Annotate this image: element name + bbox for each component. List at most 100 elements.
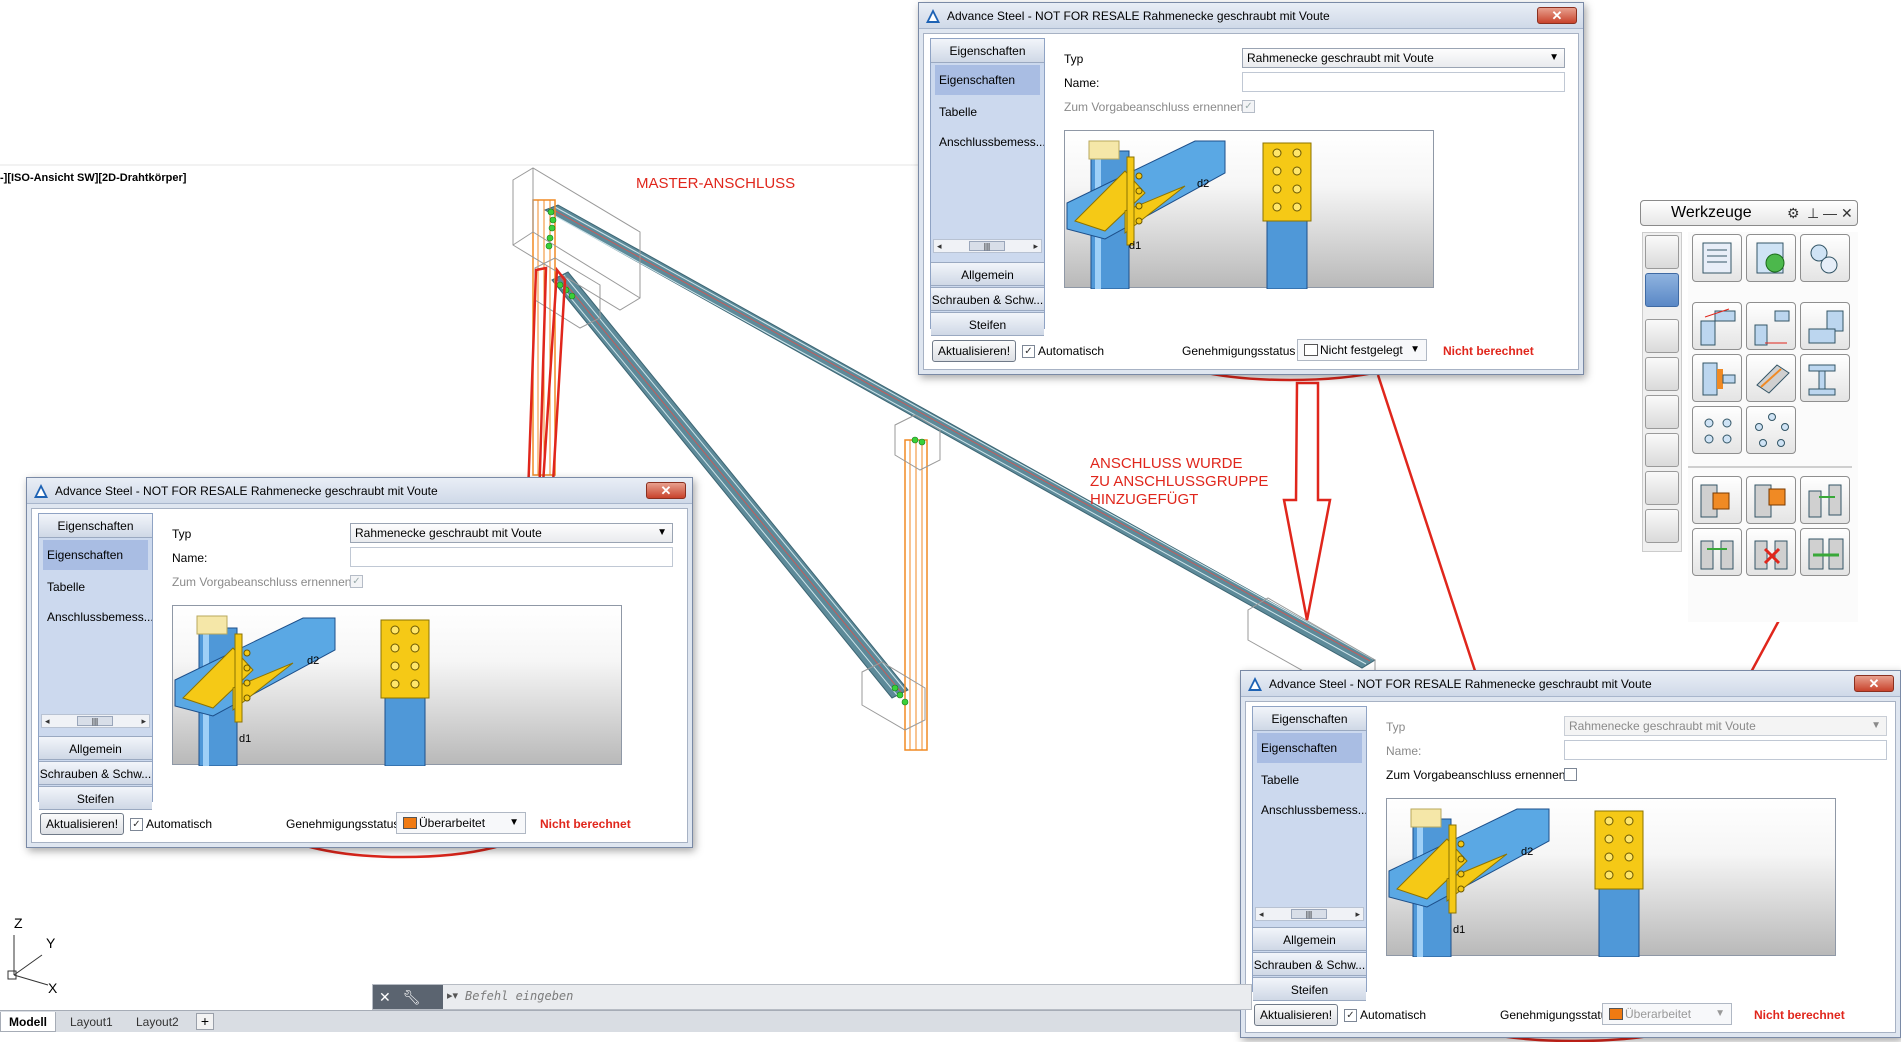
sidebar-item-anschlussbemessung[interactable]: Anschlussbemess...	[1253, 795, 1366, 825]
sidebar-footer-schrauben[interactable]: Schrauben & Schw...	[1253, 952, 1366, 976]
gear-icon[interactable]: ⚙	[1787, 201, 1800, 225]
tool-beam-connection-1[interactable]	[1692, 302, 1742, 350]
tool-plate-connection-1[interactable]	[1692, 354, 1742, 402]
sidebar-footer-allgemein[interactable]: Allgemein	[39, 736, 152, 760]
sidebar-footer-steifen[interactable]: Steifen	[1253, 977, 1366, 1001]
tool-add-to-connection-group[interactable]	[1800, 528, 1850, 576]
vorgabe-checkbox[interactable]: ✓	[350, 575, 363, 588]
name-input[interactable]	[1564, 740, 1887, 760]
tool-connection-group-2[interactable]	[1746, 476, 1796, 524]
tool-circle-button[interactable]	[1800, 234, 1850, 282]
sidebar-footer-schrauben[interactable]: Schrauben & Schw...	[39, 761, 152, 785]
status-color-swatch	[1609, 1008, 1623, 1020]
approval-status-select[interactable]: Überarbeitet ▼	[1602, 1003, 1732, 1025]
sidebar-footer-steifen[interactable]: Steifen	[931, 312, 1044, 336]
group-note-line3: HINZUGEFÜGT	[1090, 491, 1199, 508]
tool-connection-group-1[interactable]	[1692, 476, 1742, 524]
sidebar-scrollbar[interactable]: ◂ ||| ▸	[1255, 907, 1364, 921]
vorgabe-checkbox[interactable]	[1564, 768, 1577, 781]
tool-category-dimensions[interactable]	[1645, 357, 1679, 391]
update-button[interactable]: Aktualisieren!	[932, 340, 1017, 362]
tool-plate-connection-2[interactable]	[1746, 354, 1796, 402]
tool-bolt-pattern-circle[interactable]	[1746, 406, 1796, 454]
sidebar-scrollbar[interactable]: ◂ ||| ▸	[41, 714, 150, 728]
chevron-down-icon: ▼	[1410, 344, 1420, 355]
minimize-icon[interactable]: —	[1823, 201, 1837, 225]
tools-palette-header[interactable]: Werkzeuge ⚙ ⊥ — ✕	[1640, 200, 1858, 226]
calculation-state: Nicht berechnet	[1443, 344, 1534, 358]
connection-group-icon	[1808, 484, 1842, 518]
sidebar-item-eigenschaften[interactable]: Eigenschaften	[935, 65, 1040, 95]
viewport-label[interactable]: -][ISO-Ansicht SW][2D-Drahtkörper]	[0, 172, 186, 184]
close-button[interactable]: ✕	[1854, 675, 1894, 692]
close-button[interactable]: ✕	[646, 482, 686, 499]
dialog-titlebar[interactable]: Advance Steel - NOT FOR RESALE Rahmeneck…	[919, 3, 1583, 29]
update-button[interactable]: Aktualisieren!	[40, 813, 125, 835]
tool-category-user[interactable]	[1645, 319, 1679, 353]
end-plate-icon	[1702, 362, 1736, 396]
approval-status-label: Genehmigungsstatus	[1500, 1008, 1614, 1022]
sidebar-header[interactable]: Eigenschaften	[931, 39, 1044, 63]
command-input[interactable]: Befehl eingeben	[465, 989, 573, 1003]
typ-select[interactable]: Rahmenecke geschraubt mit Voute ▼	[1564, 716, 1887, 736]
tool-category-plates[interactable]	[1645, 433, 1679, 467]
status-color-swatch	[1304, 344, 1318, 356]
name-input[interactable]	[1242, 72, 1565, 92]
table-icon	[1702, 242, 1732, 274]
tab-layout2[interactable]: Layout2	[128, 1012, 187, 1032]
close-button[interactable]: ✕	[1537, 7, 1577, 24]
tool-beam-connection-3[interactable]	[1800, 302, 1850, 350]
tool-connection-group-3[interactable]	[1800, 476, 1850, 524]
approval-status-select[interactable]: Überarbeitet ▼	[396, 812, 526, 834]
pin-icon[interactable]: ⊥	[1807, 201, 1819, 225]
dialog-titlebar[interactable]: Advance Steel - NOT FOR RESALE Rahmeneck…	[1241, 671, 1900, 697]
typ-select[interactable]: Rahmenecke geschraubt mit Voute ▼	[350, 523, 673, 543]
sidebar-item-eigenschaften[interactable]: Eigenschaften	[43, 540, 148, 570]
tool-plate-connection-3[interactable]	[1800, 354, 1850, 402]
tool-connection-group-remove[interactable]	[1746, 528, 1796, 576]
tab-layout1[interactable]: Layout1	[62, 1012, 121, 1032]
sidebar-item-anschlussbemessung[interactable]: Anschlussbemess...	[39, 602, 152, 632]
close-icon[interactable]: ✕	[379, 989, 391, 1005]
typ-select[interactable]: Rahmenecke geschraubt mit Voute ▼	[1242, 48, 1565, 68]
tool-update-button[interactable]	[1746, 234, 1796, 282]
sidebar-item-tabelle[interactable]: Tabelle	[39, 572, 152, 602]
tab-modell[interactable]: Modell	[0, 1012, 56, 1032]
tool-connection-group-4[interactable]	[1692, 528, 1742, 576]
tool-beam-connection-2[interactable]	[1746, 302, 1796, 350]
connection-dialog-top: Advance Steel - NOT FOR RESALE Rahmeneck…	[918, 2, 1584, 375]
automatic-checkbox[interactable]: ✓	[130, 818, 143, 831]
dialog-titlebar[interactable]: Advance Steel - NOT FOR RESALE Rahmeneck…	[27, 478, 692, 504]
tool-category-bent[interactable]	[1645, 471, 1679, 505]
sidebar-header[interactable]: Eigenschaften	[1253, 707, 1366, 731]
sidebar-footer-schrauben[interactable]: Schrauben & Schw...	[931, 287, 1044, 311]
sidebar-item-eigenschaften[interactable]: Eigenschaften	[1257, 733, 1362, 763]
tool-bolt-pattern-rect[interactable]	[1692, 406, 1742, 454]
sidebar-footer-allgemein[interactable]: Allgemein	[1253, 927, 1366, 951]
automatic-checkbox[interactable]: ✓	[1022, 345, 1035, 358]
tool-category-stairs[interactable]	[1645, 509, 1679, 543]
connection-preview-image: d2 d1	[1386, 798, 1836, 957]
vorgabe-checkbox[interactable]: ✓	[1242, 100, 1255, 113]
tool-category-connections[interactable]	[1645, 273, 1679, 307]
prompt-icon[interactable]: ▸▾	[447, 989, 458, 1002]
close-icon[interactable]: ✕	[1841, 201, 1853, 225]
tool-properties-button[interactable]	[1692, 234, 1742, 282]
sidebar-scrollbar[interactable]: ◂ ||| ▸	[933, 239, 1042, 253]
update-button[interactable]: Aktualisieren!	[1254, 1004, 1339, 1026]
sidebar-footer-allgemein[interactable]: Allgemein	[931, 262, 1044, 286]
d2-label: d2	[1521, 846, 1533, 858]
add-layout-button[interactable]: +	[196, 1013, 214, 1030]
wrench-icon[interactable]: 🔧︎	[403, 989, 421, 1005]
sidebar-footer-steifen[interactable]: Steifen	[39, 786, 152, 810]
sidebar-item-tabelle[interactable]: Tabelle	[931, 97, 1044, 127]
sidebar-item-tabelle[interactable]: Tabelle	[1253, 765, 1366, 795]
approval-status-select[interactable]: Nicht festgelegt ▼	[1297, 339, 1427, 361]
tool-category-selection[interactable]	[1645, 395, 1679, 429]
sidebar-header[interactable]: Eigenschaften	[39, 514, 152, 538]
tool-category-beams[interactable]	[1645, 235, 1679, 269]
name-input[interactable]	[350, 547, 673, 567]
sidebar-item-anschlussbemessung[interactable]: Anschlussbemess...	[931, 127, 1044, 157]
dialog-title: Advance Steel - NOT FOR RESALE Rahmeneck…	[947, 8, 1330, 23]
automatic-checkbox[interactable]: ✓	[1344, 1009, 1357, 1022]
